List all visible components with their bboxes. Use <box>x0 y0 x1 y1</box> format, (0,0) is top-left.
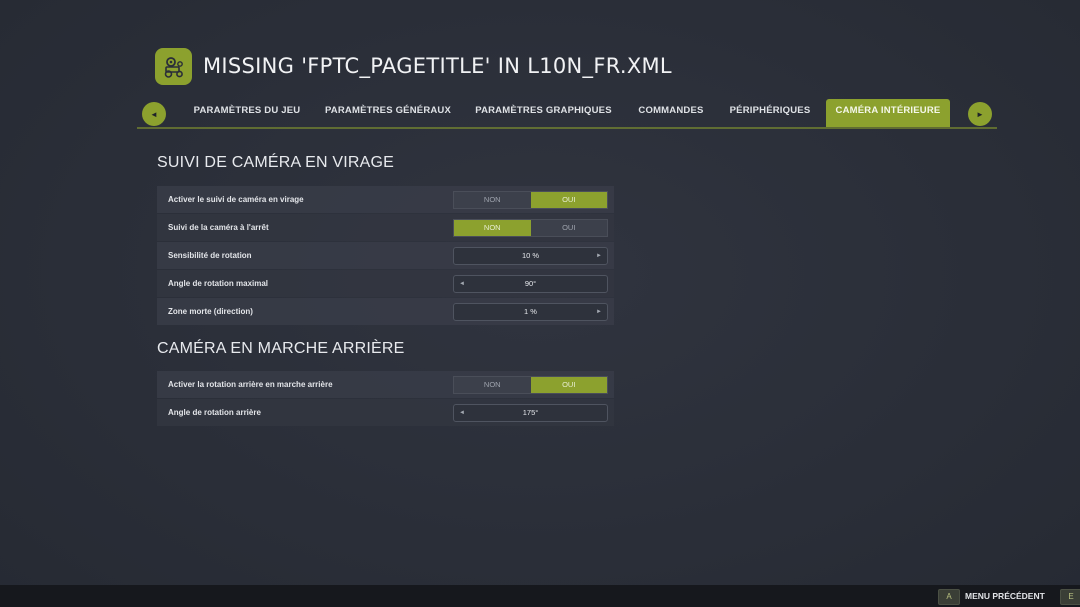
arrow-right-icon[interactable]: ► <box>596 248 602 264</box>
section-title-reverse: CAMÉRA EN MARCHE ARRIÈRE <box>157 340 405 357</box>
tab-game-settings[interactable]: PARAMÈTRES DU JEU <box>187 99 307 127</box>
back-button[interactable]: MENU PRÉCÉDENT <box>965 589 1045 603</box>
tab-peripherals[interactable]: PÉRIPHÉRIQUES <box>724 99 816 127</box>
stepper-dead-zone[interactable]: 1 % ► <box>453 303 608 321</box>
arrow-right-icon[interactable]: ► <box>596 304 602 320</box>
setting-label: Suivi de la caméra à l'arrêt <box>168 223 269 232</box>
setting-row-max-rotation-angle: Angle de rotation maximal ◄ 90° <box>157 270 614 297</box>
setting-row-enable-reverse-rotation: Activer la rotation arrière en marche ar… <box>157 371 614 398</box>
option-oui[interactable]: OUI <box>530 377 607 393</box>
footer-bar <box>0 585 1080 607</box>
setting-label: Activer la rotation arrière en marche ar… <box>168 380 333 389</box>
option-non[interactable]: NON <box>454 220 531 236</box>
chevron-left-icon: ◄ <box>150 109 158 119</box>
setting-label: Angle de rotation maximal <box>168 279 269 288</box>
setting-row-dead-zone: Zone morte (direction) 1 % ► <box>157 298 614 325</box>
stepper-value: 10 % <box>521 251 540 260</box>
page-title: MISSING 'FPTC_PAGETITLE' IN L10N_FR.XML <box>203 54 672 78</box>
setting-label: Zone morte (direction) <box>168 307 253 316</box>
tab-general-settings[interactable]: PARAMÈTRES GÉNÉRAUX <box>318 99 458 127</box>
stepper-value: 1 % <box>524 307 537 316</box>
tab-underline <box>137 127 997 129</box>
key-hint-a: A <box>938 589 960 605</box>
stepper-value: 90° <box>524 279 537 288</box>
tab-next-button[interactable]: ► <box>968 102 992 126</box>
tab-controls[interactable]: COMMANDES <box>630 99 712 127</box>
setting-label: Angle de rotation arrière <box>168 408 261 417</box>
setting-label: Sensibilité de rotation <box>168 251 252 260</box>
stepper-reverse-rotation-angle[interactable]: ◄ 175° <box>453 404 608 422</box>
stepper-rotation-sensitivity[interactable]: 10 % ► <box>453 247 608 265</box>
option-non[interactable]: NON <box>454 377 531 393</box>
option-oui[interactable]: OUI <box>530 192 607 208</box>
chevron-right-icon: ► <box>976 109 984 119</box>
setting-row-rotation-sensitivity: Sensibilité de rotation 10 % ► <box>157 242 614 269</box>
setting-row-reverse-rotation-angle: Angle de rotation arrière ◄ 175° <box>157 399 614 426</box>
toggle-enable-cornering[interactable]: NON OUI <box>453 191 608 209</box>
key-hint-e[interactable]: E <box>1060 589 1080 605</box>
tab-graphics-settings[interactable]: PARAMÈTRES GRAPHIQUES <box>470 99 617 127</box>
stepper-value: 175° <box>522 408 539 417</box>
stepper-max-rotation-angle[interactable]: ◄ 90° <box>453 275 608 293</box>
tab-prev-button[interactable]: ◄ <box>142 102 166 126</box>
setting-label: Activer le suivi de caméra en virage <box>168 195 304 204</box>
toggle-enable-reverse-rotation[interactable]: NON OUI <box>453 376 608 394</box>
section-title-cornering: SUIVI DE CAMÉRA EN VIRAGE <box>157 154 395 171</box>
setting-row-follow-stopped: Suivi de la caméra à l'arrêt NON OUI <box>157 214 614 241</box>
option-oui[interactable]: OUI <box>531 220 608 236</box>
toggle-follow-stopped[interactable]: NON OUI <box>453 219 608 237</box>
tractor-settings-icon <box>155 48 192 85</box>
setting-row-enable-cornering: Activer le suivi de caméra en virage NON… <box>157 186 614 213</box>
option-non[interactable]: NON <box>454 192 531 208</box>
tab-interior-camera[interactable]: CAMÉRA INTÉRIEURE <box>826 99 950 127</box>
